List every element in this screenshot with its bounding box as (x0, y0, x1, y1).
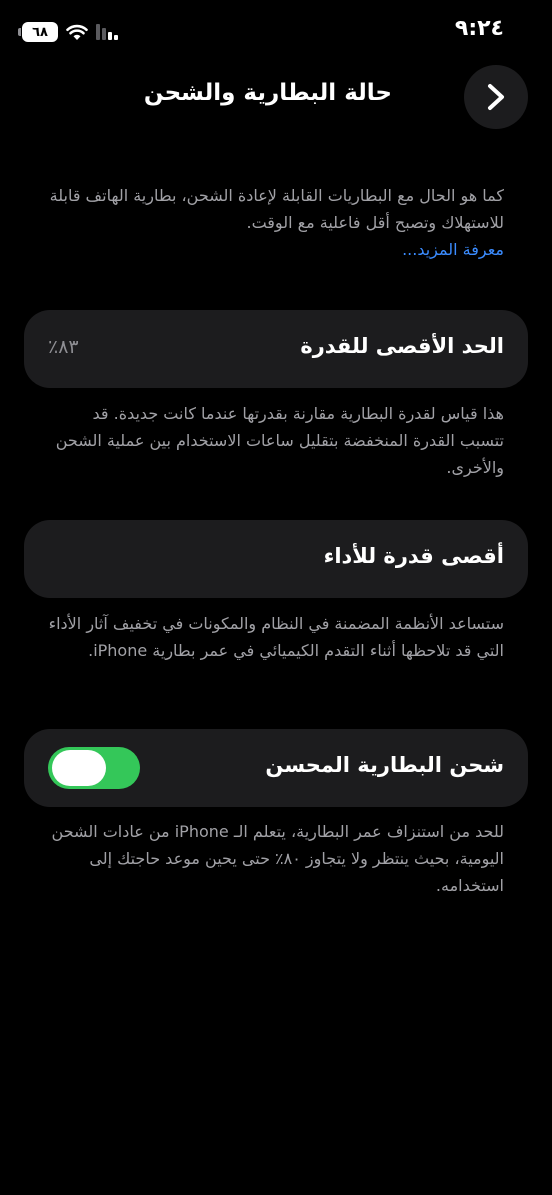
peak-performance-label: أقصى قدرة للأداء (323, 544, 504, 568)
peak-performance-description: ستساعد الأنظمة المضمنة في النظام والمكون… (48, 614, 504, 660)
chevron-right-icon (488, 84, 504, 110)
battery-icon: ٦٨ (18, 22, 58, 42)
optimized-charging-label: شحن البطارية المحسن (265, 753, 504, 777)
nav-header: حالة البطارية والشحن (0, 64, 552, 130)
toggle-knob (52, 750, 106, 786)
back-button[interactable] (464, 65, 528, 129)
wifi-icon (66, 24, 88, 40)
intro-note: كما هو الحال مع البطاريات القابلة لإعادة… (44, 182, 504, 263)
status-time: ٩:٢٤ (454, 16, 504, 41)
status-bar: ٦٨ ٩:٢٤ (0, 0, 552, 60)
optimized-charging-description: للحد من استنزاف عمر البطارية، يتعلم الـ … (51, 822, 504, 895)
status-indicators: ٦٨ (18, 22, 118, 42)
peak-performance-row[interactable]: أقصى قدرة للأداء (24, 520, 528, 598)
optimized-charging-row: شحن البطارية المحسن (24, 729, 528, 807)
optimized-charging-toggle[interactable] (48, 747, 140, 789)
max-capacity-description: هذا قياس لقدرة البطارية مقارنة بقدرتها ع… (55, 404, 504, 477)
intro-text: كما هو الحال مع البطاريات القابلة لإعادة… (49, 186, 504, 232)
learn-more-link[interactable]: معرفة المزيد... (402, 240, 504, 259)
page-title: حالة البطارية والشحن (143, 80, 392, 106)
max-capacity-row: الحد الأقصى للقدرة ٨٣٪ (24, 310, 528, 388)
battery-level: ٦٨ (32, 24, 48, 40)
max-capacity-value: ٨٣٪ (48, 336, 79, 358)
max-capacity-label: الحد الأقصى للقدرة (300, 334, 504, 358)
cellular-signal-icon (96, 24, 118, 40)
